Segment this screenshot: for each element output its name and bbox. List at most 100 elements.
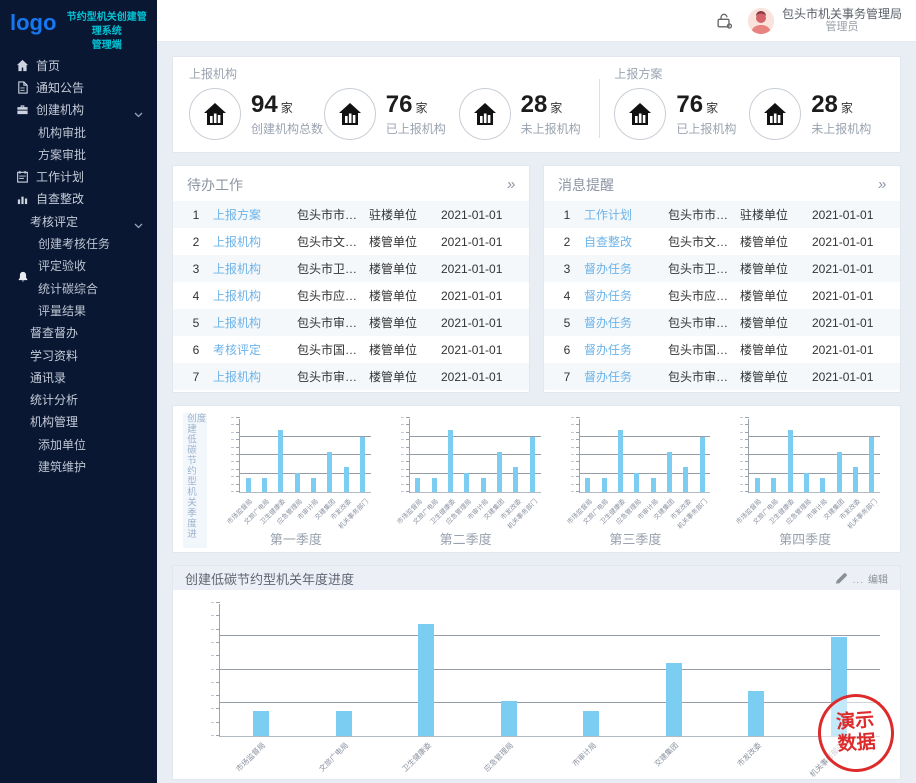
chevron-down-icon — [134, 218, 143, 232]
row-index: 6 — [550, 343, 584, 357]
y-axis-tick-label — [740, 424, 743, 425]
todo-more-icon[interactable]: » — [506, 179, 516, 191]
sidebar-item-label: 工作计划 — [36, 168, 84, 185]
todo-row: 4上报机构包头市应急管理局楼管单位2021-01-01 — [173, 282, 529, 309]
sidebar-item-评定验收[interactable]: 评定验收 — [0, 255, 157, 277]
row-type-link[interactable]: 工作计划 — [584, 206, 668, 223]
sidebar-item-考核评定[interactable]: 考核评定 — [0, 210, 157, 232]
x-axis-label: 交建集团 — [632, 740, 681, 780]
sidebar-item-建筑维护[interactable]: 建筑维护 — [0, 455, 157, 477]
y-axis-tick — [745, 417, 749, 418]
y-axis-tick-label — [231, 476, 234, 477]
messages-title: 消息提醒 — [558, 175, 614, 195]
row-type-link[interactable]: 上报机构 — [213, 287, 297, 304]
sidebar-item-工作计划[interactable]: 工作计划 — [0, 165, 157, 187]
edit-label: 编辑 — [868, 571, 888, 586]
bar — [837, 452, 842, 492]
row-type-link[interactable]: 上报机构 — [213, 368, 297, 385]
y-axis-tick-label — [401, 439, 404, 440]
row-index: 3 — [550, 262, 584, 276]
sidebar-item-label: 机构审批 — [38, 124, 86, 141]
stats-group-label: 上报机构 — [189, 65, 593, 81]
row-date: 2021-01-01 — [441, 235, 521, 249]
sidebar-item-label: 督查督办 — [30, 324, 78, 341]
sidebar-item-首页[interactable]: 首页 — [0, 54, 157, 76]
bar — [415, 478, 420, 492]
row-index: 6 — [179, 343, 213, 357]
bar — [481, 478, 486, 492]
row-date: 2021-01-01 — [812, 235, 892, 249]
bar — [336, 711, 352, 736]
avatar[interactable] — [748, 8, 774, 34]
row-type-link[interactable]: 督办任务 — [584, 260, 668, 277]
row-type-link[interactable]: 督办任务 — [584, 287, 668, 304]
stat-item-已上报机构: 76家已上报机构 — [614, 88, 749, 140]
sidebar-item-评量结果[interactable]: 评量结果 — [0, 299, 157, 321]
y-axis-tick-label — [571, 484, 574, 485]
user-block[interactable]: 包头市机关事务管理局 管理员 — [782, 7, 902, 34]
bar — [246, 478, 251, 492]
home-icon — [16, 59, 29, 72]
row-unit-type: 楼管单位 — [740, 341, 812, 358]
row-org: 包头市卫生健康委员会 — [668, 260, 740, 277]
bar — [501, 701, 517, 736]
row-index: 1 — [179, 208, 213, 222]
sidebar-item-统计碳综合[interactable]: 统计碳综合 — [0, 277, 157, 299]
row-unit-type: 楼管单位 — [740, 287, 812, 304]
sidebar-item-添加单位[interactable]: 添加单位 — [0, 433, 157, 455]
sidebar-item-机构审批[interactable]: 机构审批 — [0, 121, 157, 143]
sidebar-item-督查督办[interactable]: 督查督办 — [0, 322, 157, 344]
messages-table-card: 消息提醒»1工作计划包头市市场监督管理局驻楼单位2021-01-012自查整改包… — [543, 165, 901, 393]
sidebar-item-机构管理[interactable]: 机构管理 — [0, 411, 157, 433]
row-org: 包头市文化旅游广电局 — [668, 233, 740, 250]
row-type-link[interactable]: 督办任务 — [584, 341, 668, 358]
row-unit-type: 驻楼单位 — [369, 206, 441, 223]
row-type-link[interactable]: 督办任务 — [584, 314, 668, 331]
row-type-link[interactable]: 上报机构 — [213, 260, 297, 277]
chart-icon — [16, 192, 29, 205]
y-axis-tick-label — [211, 602, 214, 603]
sidebar-item-学习资料[interactable]: 学习资料 — [0, 344, 157, 366]
quarter-chart-1: 市场监督局文旅广电局卫生健康委应急管理局市审计局交建集团市发改委机关事务部门第一… — [211, 413, 381, 548]
y-axis-tick-label — [231, 447, 234, 448]
edit-button[interactable]: ... 编辑 — [834, 571, 888, 586]
bar — [683, 467, 688, 492]
row-org: 包头市卫生健康委员会 — [297, 260, 369, 277]
row-type-link[interactable]: 上报方案 — [213, 206, 297, 223]
sidebar-item-统计分析[interactable]: 统计分析 — [0, 388, 157, 410]
y-axis-tick-label — [211, 722, 214, 723]
sidebar-item-自查整改[interactable]: 自查整改 — [0, 188, 157, 210]
sidebar-item-创建考核任务[interactable]: 创建考核任务 — [0, 232, 157, 254]
bar — [700, 437, 705, 492]
y-axis-tick-label — [740, 491, 743, 492]
y-axis-tick-label — [571, 476, 574, 477]
y-axis-tick-label — [571, 461, 574, 462]
row-type-link[interactable]: 考核评定 — [213, 341, 297, 358]
user-role: 管理员 — [782, 21, 902, 34]
y-axis-tick-label — [740, 469, 743, 470]
y-axis-tick-label — [401, 476, 404, 477]
x-axis-label: 市审计局 — [550, 740, 599, 780]
sidebar-item-创建机构[interactable]: 创建机构 — [0, 99, 157, 121]
house-chart-icon — [189, 88, 241, 140]
stat-item-未上报机构: 28家未上报机构 — [459, 88, 594, 140]
row-index: 1 — [550, 208, 584, 222]
row-org: 包头市审计局 — [297, 368, 369, 385]
lock-icon[interactable] — [714, 10, 736, 32]
row-org: 包头市市场监督管理局 — [297, 206, 369, 223]
row-type-link[interactable]: 上报机构 — [213, 233, 297, 250]
row-type-link[interactable]: 自查整改 — [584, 233, 668, 250]
y-axis-tick-label — [211, 629, 214, 630]
sidebar-item-通讯录[interactable]: 通讯录 — [0, 366, 157, 388]
y-axis-tick-label — [740, 432, 743, 433]
pencil-icon — [834, 571, 849, 586]
y-axis-tick-label — [401, 424, 404, 425]
row-type-link[interactable]: 督办任务 — [584, 368, 668, 385]
messages-more-icon[interactable]: » — [877, 179, 887, 191]
todo-row: 6考核评定包头市国有资产监督管理委员楼管单位2021-01-01 — [173, 336, 529, 363]
row-type-link[interactable]: 上报机构 — [213, 314, 297, 331]
sidebar-item-方案审批[interactable]: 方案审批 — [0, 143, 157, 165]
row-org: 包头市文化旅游广电局 — [297, 233, 369, 250]
edit-dots: ... — [853, 575, 864, 586]
sidebar-item-通知公告[interactable]: 通知公告 — [0, 76, 157, 98]
